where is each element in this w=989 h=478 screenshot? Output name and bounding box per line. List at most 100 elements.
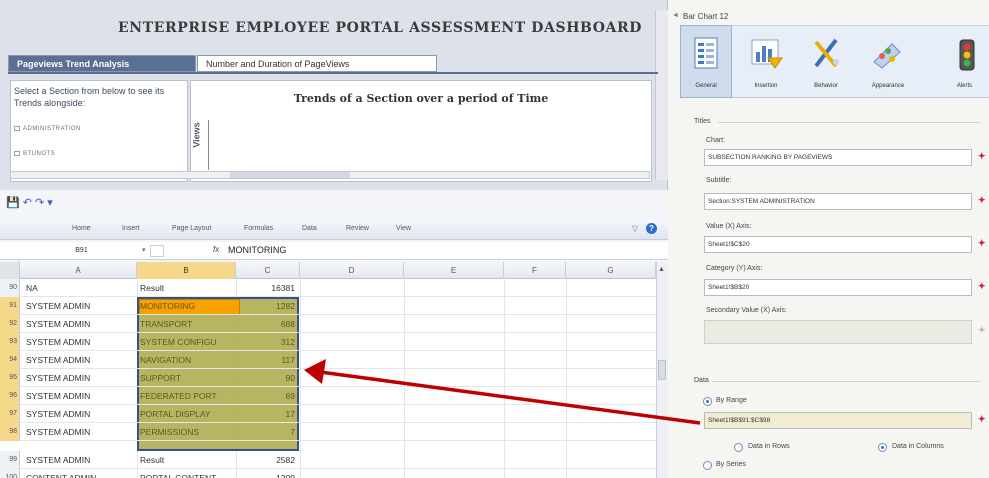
alerts-icon[interactable]: [950, 32, 986, 76]
table-row[interactable]: 90 NA Result 16381: [0, 279, 668, 297]
cell-a[interactable]: NA: [26, 279, 38, 297]
cell-b[interactable]: Result: [140, 451, 164, 469]
cell-a[interactable]: SYSTEM ADMIN: [26, 315, 90, 333]
by-range-radio[interactable]: [703, 397, 712, 406]
checkbox-icon[interactable]: [14, 151, 20, 156]
cell-a[interactable]: SYSTEM ADMIN: [26, 405, 90, 423]
cell-a[interactable]: SYSTEM ADMIN: [26, 423, 90, 441]
category-label-behavior[interactable]: Behavior: [798, 83, 854, 89]
column-header-b[interactable]: B: [137, 262, 236, 279]
formula-picker-icon[interactable]: ✦: [978, 414, 988, 426]
column-header-c[interactable]: C: [236, 262, 300, 279]
cell-a[interactable]: SYSTEM ADMIN: [26, 387, 90, 405]
data-in-rows-radio[interactable]: [734, 443, 743, 452]
table-row[interactable]: 92 SYSTEM ADMIN TRANSPORT 688: [0, 315, 668, 333]
cell-c[interactable]: 2582: [238, 451, 295, 469]
ribbon-tab-insert[interactable]: Insert: [122, 225, 140, 232]
scrollbar-thumb[interactable]: [230, 172, 350, 178]
cell-c[interactable]: 1209: [238, 469, 295, 478]
scroll-up-icon[interactable]: ▲: [658, 266, 665, 273]
cell-a[interactable]: SYSTEM ADMIN: [26, 351, 90, 369]
ribbon-minimize-icon[interactable]: ▽: [632, 224, 638, 233]
appearance-icon[interactable]: [868, 32, 908, 76]
cell-c[interactable]: 17: [238, 405, 295, 423]
by-series-label[interactable]: By Series: [716, 461, 746, 468]
cell-b[interactable]: PORTAL DISPLAY: [140, 405, 211, 423]
cell-b[interactable]: Result: [140, 279, 164, 297]
cell-a[interactable]: SYSTEM ADMIN: [26, 369, 90, 387]
cell-a[interactable]: SYSTEM ADMIN: [26, 333, 90, 351]
column-header-a[interactable]: A: [20, 262, 137, 279]
ribbon-tab-review[interactable]: Review: [346, 225, 369, 232]
data-in-rows-label[interactable]: Data in Rows: [748, 443, 790, 450]
formula-picker-icon[interactable]: ✦: [978, 195, 988, 207]
general-icon[interactable]: [686, 32, 726, 76]
table-row[interactable]: 99 SYSTEM ADMIN Result 2582: [0, 451, 668, 469]
subtitle-field[interactable]: Section:SYSTEM ADMINISTRATION: [704, 193, 972, 210]
tab-pageviews-trend-analysis[interactable]: Pageviews Trend Analysis: [8, 55, 196, 72]
ribbon-tab-formulas[interactable]: Formulas: [244, 225, 273, 232]
cell-b[interactable]: TRANSPORT: [140, 315, 192, 333]
column-header-e[interactable]: E: [404, 262, 504, 279]
chart-title-field[interactable]: SUBSECTION RANKING BY PAGEVIEWS: [704, 149, 972, 166]
cell-c[interactable]: 69: [238, 387, 295, 405]
cell-a[interactable]: SYSTEM ADMIN: [26, 297, 90, 315]
row-number[interactable]: 99: [0, 451, 20, 469]
formula-picker-icon[interactable]: ✦: [978, 281, 988, 293]
category-label-appearance[interactable]: Appearance: [860, 83, 916, 89]
table-row[interactable]: 91 SYSTEM ADMIN MONITORING 1282: [0, 297, 668, 315]
cell-c[interactable]: 688: [238, 315, 295, 333]
cell-b[interactable]: NAVIGATION: [140, 351, 191, 369]
ribbon-tab-home[interactable]: Home: [72, 225, 91, 232]
section-item-administration[interactable]: ADMINISTRATION: [14, 126, 81, 132]
row-number[interactable]: 98: [0, 423, 20, 441]
cell-c[interactable]: 16381: [238, 279, 295, 297]
by-series-radio[interactable]: [703, 461, 712, 470]
ribbon-tab-data[interactable]: Data: [302, 225, 317, 232]
value-axis-field[interactable]: Sheet1!$C$20: [704, 236, 972, 253]
column-header-f[interactable]: F: [504, 262, 566, 279]
formula-input[interactable]: MONITORING: [228, 245, 286, 255]
formula-picker-icon[interactable]: ✦: [978, 151, 988, 163]
function-icon[interactable]: fx: [213, 245, 219, 254]
cell-a[interactable]: SYSTEM ADMIN: [26, 451, 90, 469]
category-axis-field[interactable]: Sheet1!$B$20: [704, 279, 972, 296]
select-all-corner[interactable]: [0, 262, 20, 279]
cell-b[interactable]: SUPPORT: [140, 369, 181, 387]
column-header-g[interactable]: G: [566, 262, 656, 279]
cell-c[interactable]: 1282: [238, 297, 295, 315]
help-icon[interactable]: ?: [646, 223, 657, 234]
section-item-btunots[interactable]: BTUNOTS: [14, 151, 55, 157]
by-range-label[interactable]: By Range: [716, 397, 747, 404]
table-row[interactable]: 100 CONTENT ADMIN PORTAL CONTENT 1209: [0, 469, 668, 478]
chevron-down-icon[interactable]: ▾: [142, 246, 146, 254]
category-label-insertion[interactable]: Insertion: [738, 83, 794, 89]
row-number[interactable]: 92: [0, 315, 20, 333]
category-label-alerts[interactable]: Alerts: [940, 83, 989, 89]
table-row[interactable]: 97 SYSTEM ADMIN PORTAL DISPLAY 17: [0, 405, 668, 423]
table-row[interactable]: 98 SYSTEM ADMIN PERMISSIONS 7: [0, 423, 668, 441]
category-label-general[interactable]: General: [678, 83, 734, 89]
cell-b[interactable]: MONITORING: [140, 297, 195, 315]
cell-b[interactable]: SYSTEM CONFIGU: [140, 333, 217, 351]
behavior-icon[interactable]: [806, 32, 846, 76]
table-row[interactable]: 96 SYSTEM ADMIN FEDERATED PORT 69: [0, 387, 668, 405]
formula-picker-icon[interactable]: ✦: [978, 238, 988, 250]
row-number[interactable]: 95: [0, 369, 20, 387]
cell-b[interactable]: PERMISSIONS: [140, 423, 199, 441]
checkbox-icon[interactable]: [14, 126, 20, 131]
collapse-icon[interactable]: ◄: [672, 12, 679, 19]
row-number[interactable]: 97: [0, 405, 20, 423]
row-number[interactable]: 96: [0, 387, 20, 405]
ribbon-tab-page-layout[interactable]: Page Layout: [172, 225, 211, 232]
column-header-d[interactable]: D: [300, 262, 404, 279]
cell-b[interactable]: PORTAL CONTENT: [140, 469, 216, 478]
row-number[interactable]: 94: [0, 351, 20, 369]
row-number[interactable]: 93: [0, 333, 20, 351]
data-in-columns-radio[interactable]: [878, 443, 887, 452]
tab-number-and-duration[interactable]: Number and Duration of PageViews: [197, 55, 437, 72]
insertion-icon[interactable]: [746, 32, 786, 76]
cell-c[interactable]: 117: [238, 351, 295, 369]
dashboard-scrollbar[interactable]: [655, 10, 668, 180]
table-row[interactable]: 95 SYSTEM ADMIN SUPPORT 90: [0, 369, 668, 387]
